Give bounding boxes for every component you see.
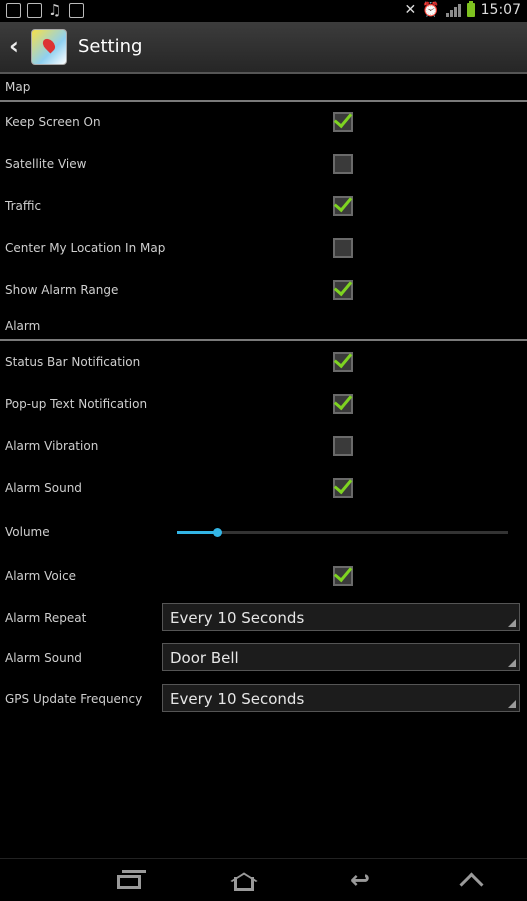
setting-satellite-view[interactable]: Satellite View <box>0 143 527 185</box>
setting-alarm-repeat: Alarm Repeat Every 10 Seconds <box>0 597 527 639</box>
volume-slider[interactable] <box>177 528 508 537</box>
checkbox[interactable] <box>333 478 353 498</box>
dropdown-arrow-icon <box>508 619 516 627</box>
checkbox[interactable] <box>333 394 353 414</box>
setting-label: Show Alarm Range <box>5 283 119 297</box>
setting-traffic[interactable]: Traffic <box>0 185 527 227</box>
setting-alarm-voice[interactable]: Alarm Voice <box>0 555 527 597</box>
setting-center-my-location[interactable]: Center My Location In Map <box>0 227 527 269</box>
checkbox[interactable] <box>333 566 353 586</box>
checkbox[interactable] <box>333 436 353 456</box>
gallery-icon <box>6 3 21 18</box>
volume-slider-fill <box>177 531 217 534</box>
setting-keep-screen-on[interactable]: Keep Screen On <box>0 101 527 143</box>
chevron-up-icon[interactable] <box>453 867 493 893</box>
system-nav-bar: ↩ <box>0 858 527 901</box>
checkbox[interactable] <box>333 238 353 258</box>
signal-icon <box>445 3 461 17</box>
setting-label: Alarm Sound <box>5 651 82 665</box>
setting-label: Alarm Vibration <box>5 439 99 453</box>
mute-icon: ✕ <box>404 2 417 18</box>
checkbox[interactable] <box>333 196 353 216</box>
section-header-map: Map <box>0 74 527 102</box>
setting-alarm-vibration[interactable]: Alarm Vibration <box>0 425 527 467</box>
back-arrow-icon[interactable]: ↩ <box>340 867 380 893</box>
checkbox[interactable] <box>333 352 353 372</box>
setting-label: Alarm Repeat <box>5 611 87 625</box>
page-title: Setting <box>78 36 143 57</box>
gps-update-dropdown[interactable]: Every 10 Seconds <box>162 684 520 712</box>
alarm-sound-dropdown[interactable]: Door Bell <box>162 643 520 671</box>
app-logo-icon[interactable] <box>31 29 67 65</box>
setting-alarm-sound-toggle[interactable]: Alarm Sound <box>0 467 527 509</box>
setting-label: Alarm Sound <box>5 481 82 495</box>
notification-icons: ♫ <box>6 3 84 18</box>
system-icons: ✕ ⏰ 15:07 <box>404 1 521 18</box>
music-note-icon: ♫ <box>48 1 62 19</box>
clock: 15:07 <box>480 2 521 18</box>
battery-icon <box>466 1 475 17</box>
setting-volume: Volume <box>0 511 527 553</box>
setting-label: Volume <box>5 525 50 539</box>
setting-label: Traffic <box>5 199 42 213</box>
section-title: Alarm <box>5 319 41 333</box>
checkbox[interactable] <box>333 280 353 300</box>
dropdown-arrow-icon <box>508 659 516 667</box>
setting-status-bar-notification[interactable]: Status Bar Notification <box>0 341 527 383</box>
app-notification-icon <box>27 3 42 18</box>
setting-label: GPS Update Frequency <box>5 692 143 706</box>
section-title: Map <box>5 80 31 94</box>
dropdown-value: Door Bell <box>170 649 239 667</box>
alarm-repeat-dropdown[interactable]: Every 10 Seconds <box>162 603 520 631</box>
status-bar: ♫ ✕ ⏰ 15:07 <box>0 0 527 22</box>
setting-label: Satellite View <box>5 157 87 171</box>
setting-gps-update-frequency: GPS Update Frequency Every 10 Seconds <box>0 678 527 720</box>
back-chevron-icon[interactable]: ‹ <box>9 34 19 58</box>
checkbox[interactable] <box>333 112 353 132</box>
dropdown-arrow-icon <box>508 700 516 708</box>
setting-label: Pop-up Text Notification <box>5 397 148 411</box>
recent-apps-icon[interactable] <box>112 867 152 893</box>
dropdown-value: Every 10 Seconds <box>170 609 305 627</box>
setting-label: Keep Screen On <box>5 115 101 129</box>
setting-show-alarm-range[interactable]: Show Alarm Range <box>0 269 527 311</box>
home-icon[interactable] <box>225 867 265 893</box>
setting-label: Status Bar Notification <box>5 355 141 369</box>
document-icon <box>69 3 84 18</box>
action-bar: ‹ Setting <box>0 22 527 74</box>
dropdown-value: Every 10 Seconds <box>170 690 305 708</box>
setting-popup-text-notification[interactable]: Pop-up Text Notification <box>0 383 527 425</box>
alarm-clock-icon: ⏰ <box>422 2 440 18</box>
volume-slider-thumb[interactable] <box>212 528 222 537</box>
setting-label: Alarm Voice <box>5 569 77 583</box>
section-header-alarm: Alarm <box>0 313 527 341</box>
setting-alarm-sound-select: Alarm Sound Door Bell <box>0 637 527 679</box>
setting-label: Center My Location In Map <box>5 241 166 255</box>
checkbox[interactable] <box>333 154 353 174</box>
